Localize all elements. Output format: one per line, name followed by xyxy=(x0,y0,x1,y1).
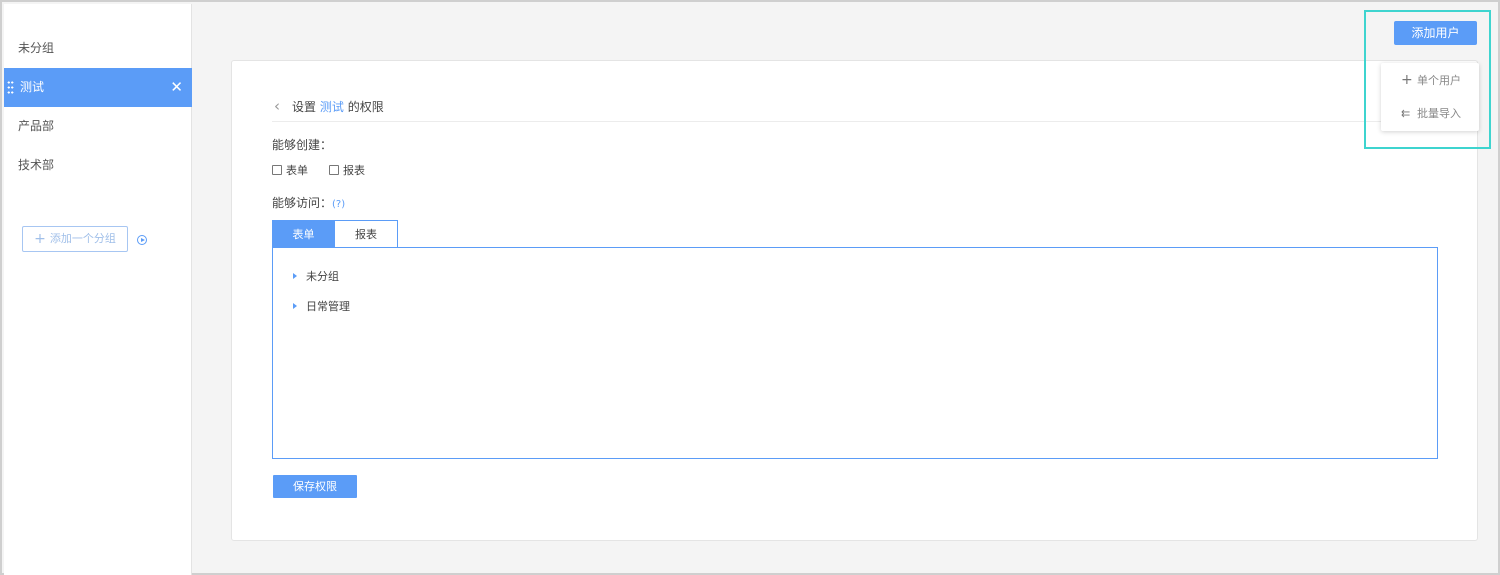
group-item-ungrouped[interactable]: 未分组 xyxy=(4,29,192,68)
plus-icon: + xyxy=(1401,72,1413,88)
tree-node-daily-management[interactable]: 日常管理 xyxy=(293,298,350,314)
menu-item-label: 单个用户 xyxy=(1417,74,1461,87)
checkbox-box[interactable] xyxy=(272,165,282,175)
plus-icon: + xyxy=(34,231,46,247)
group-item-label: 技术部 xyxy=(18,158,55,172)
help-icon[interactable]: (?) xyxy=(332,199,345,210)
checkbox-box[interactable] xyxy=(329,165,339,175)
tree-node-label: 日常管理 xyxy=(306,300,350,313)
menu-item-label: 批量导入 xyxy=(1417,107,1461,120)
add-group-button[interactable]: + 添加一个分组 xyxy=(22,226,128,252)
can-access-label: 能够访问：(?) xyxy=(272,194,345,211)
group-item-product[interactable]: 产品部 xyxy=(4,107,192,146)
group-list: 未分组 测试 ✕ 产品部 技术部 xyxy=(4,29,192,185)
permission-card: ‹ 设置 测试 的权限 能够创建： 表单 报表 能够访问：(?) 表单 报表 未… xyxy=(231,60,1478,541)
add-group-label: 添加一个分组 xyxy=(49,232,116,245)
tree-node-ungrouped[interactable]: 未分组 xyxy=(293,268,339,284)
can-access-text: 能够访问： xyxy=(272,196,333,210)
close-icon[interactable]: ✕ xyxy=(170,68,183,107)
can-create-label: 能够创建： xyxy=(272,138,333,152)
checkbox-label: 报表 xyxy=(343,164,365,177)
group-item-label: 未分组 xyxy=(18,41,55,55)
checkbox-label: 表单 xyxy=(286,164,308,177)
create-report-checkbox[interactable]: 报表 xyxy=(329,162,365,178)
title-prefix: 设置 xyxy=(292,100,317,114)
group-item-label: 产品部 xyxy=(18,119,55,133)
menu-item-batch-import[interactable]: ⇇ 批量导入 xyxy=(1381,97,1479,131)
group-sidebar: 未分组 测试 ✕ 产品部 技术部 + 添加一个分组 xyxy=(4,4,192,575)
menu-item-single-user[interactable]: + 单个用户 xyxy=(1381,63,1479,97)
access-tree-panel: 未分组 日常管理 xyxy=(272,247,1438,459)
title-group-name: 测试 xyxy=(319,100,344,114)
play-circle-icon[interactable] xyxy=(137,235,147,245)
app-frame: 未分组 测试 ✕ 产品部 技术部 + 添加一个分组 ‹ 设置 测试 的权限 能够… xyxy=(0,0,1500,575)
tree-node-label: 未分组 xyxy=(306,270,339,283)
page-title: 设置 测试 的权限 xyxy=(292,98,384,115)
create-form-checkbox[interactable]: 表单 xyxy=(272,162,308,178)
caret-right-icon[interactable] xyxy=(293,303,297,309)
add-user-dropdown: + 单个用户 ⇇ 批量导入 xyxy=(1381,63,1479,131)
group-item-test[interactable]: 测试 ✕ xyxy=(4,68,192,107)
tab-form[interactable]: 表单 xyxy=(272,220,335,248)
permission-header: ‹ 设置 测试 的权限 xyxy=(272,97,1437,122)
drag-handle-icon[interactable] xyxy=(7,81,14,94)
back-chevron-icon[interactable]: ‹ xyxy=(274,99,280,114)
save-permission-button[interactable]: 保存权限 xyxy=(273,475,357,498)
title-suffix: 的权限 xyxy=(347,100,384,114)
caret-right-icon[interactable] xyxy=(293,273,297,279)
tab-report[interactable]: 报表 xyxy=(334,220,398,248)
group-item-tech[interactable]: 技术部 xyxy=(4,146,192,185)
reply-all-icon: ⇇ xyxy=(1401,107,1411,120)
group-item-label: 测试 xyxy=(20,80,45,94)
